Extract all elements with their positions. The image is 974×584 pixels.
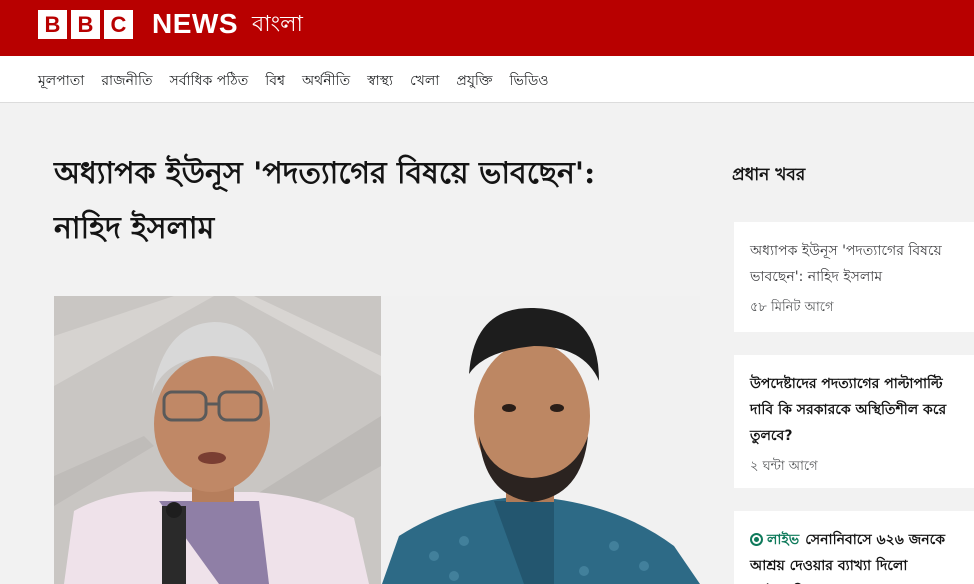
top-story-timestamp: ৫৮ মিনিট আগে <box>750 300 834 315</box>
nav-item-technology[interactable]: প্রযুক্তি <box>456 69 492 93</box>
article-lead-image <box>54 296 700 584</box>
nav-item-politics[interactable]: রাজনীতি <box>101 69 152 93</box>
top-story-link[interactable]: লাইভ সেনানিবাসে ৬২৬ জনকে আশ্রয় দেওয়ার ব… <box>750 527 958 584</box>
nav-item-home[interactable]: মূলপাতা <box>38 69 84 93</box>
bbc-logo[interactable]: B B C <box>38 10 133 39</box>
main-navigation: মূলপাতা রাজনীতি সর্বাধিক পঠিত বিশ্ব অর্থ… <box>0 56 974 103</box>
bbc-logo-block: B <box>38 10 67 39</box>
nav-item-world[interactable]: বিশ্ব <box>265 69 285 93</box>
bbc-logo-block: C <box>104 10 133 39</box>
nav-item-health[interactable]: স্বাস্থ্য <box>367 69 393 93</box>
live-icon <box>750 533 763 546</box>
nav-item-economy[interactable]: অর্থনীতি <box>302 69 350 93</box>
top-story-timestamp: ২ ঘন্টা আগে <box>750 459 818 474</box>
live-label: লাইভ <box>767 532 800 548</box>
logo-news-text[interactable]: NEWS <box>152 8 238 40</box>
nav-item-sports[interactable]: খেলা <box>410 69 439 93</box>
nav-item-video[interactable]: ভিডিও <box>510 69 549 93</box>
article-headline: অধ্যাপক ইউনূস 'পদত্যাগের বিষয়ে ভাবছেন':… <box>54 156 596 246</box>
top-story-card[interactable]: অধ্যাপক ইউনূস 'পদত্যাগের বিষয়ে ভাবছেন':… <box>734 222 974 332</box>
logo-language-text[interactable]: বাংলা <box>252 7 303 44</box>
top-story-link[interactable]: অধ্যাপক ইউনূস 'পদত্যাগের বিষয়ে ভাবছেন':… <box>750 238 958 290</box>
nav-item-most-read[interactable]: সর্বাধিক পঠিত <box>170 69 249 93</box>
top-stories-heading: প্রধান খবর <box>732 165 806 185</box>
site-header: B B C NEWS বাংলা <box>0 0 974 56</box>
bbc-logo-block: B <box>71 10 100 39</box>
top-story-card[interactable]: লাইভ সেনানিবাসে ৬২৬ জনকে আশ্রয় দেওয়ার ব… <box>734 511 974 584</box>
top-story-link[interactable]: উপদেষ্টাদের পদত্যাগের পাল্টাপাল্টি দাবি … <box>750 371 958 449</box>
top-story-card[interactable]: উপদেষ্টাদের পদত্যাগের পাল্টাপাল্টি দাবি … <box>734 355 974 488</box>
nav-list: মূলপাতা রাজনীতি সর্বাধিক পঠিত বিশ্ব অর্থ… <box>38 69 549 93</box>
